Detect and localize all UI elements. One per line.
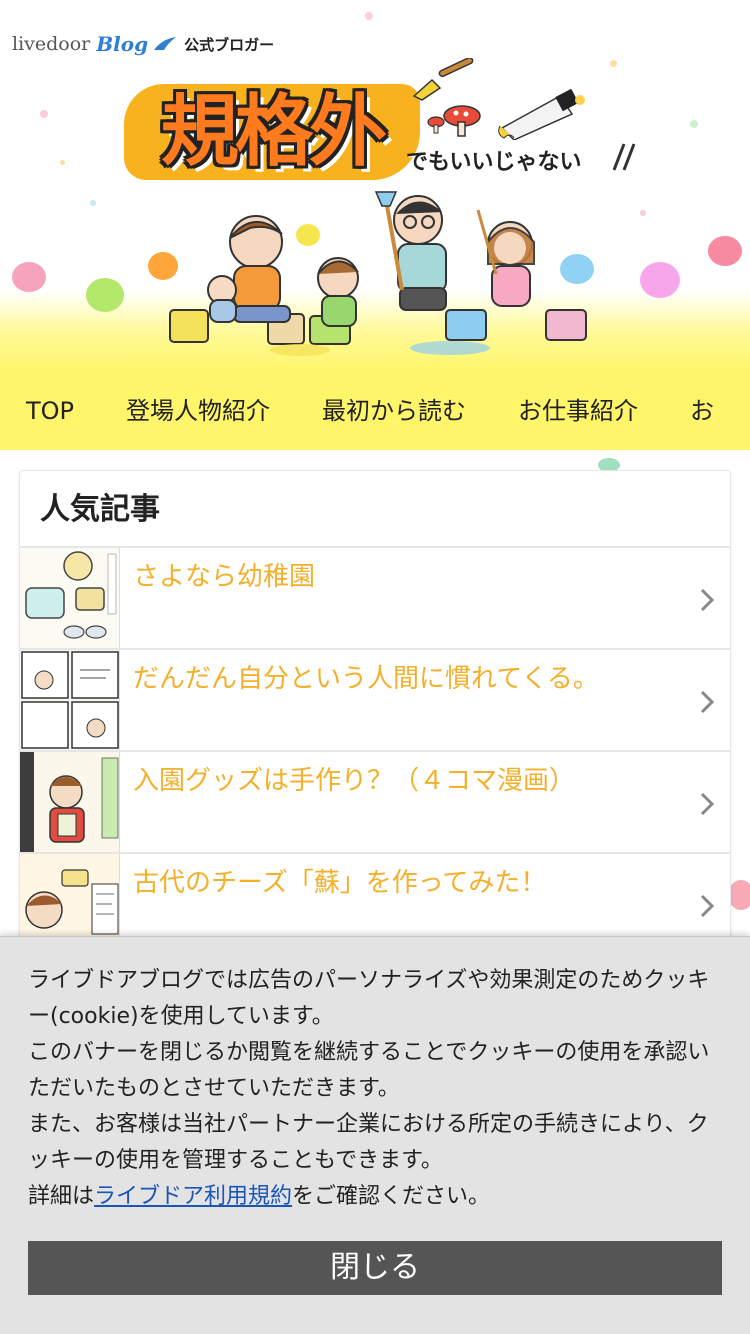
wing-icon: [154, 37, 177, 50]
article-row[interactable]: 入園グッズは手作り？（４コマ漫画）: [20, 752, 730, 854]
blog-header: livedoor Blog 公式ブロガー 規格外 でもいいじゃない: [0, 0, 750, 372]
cookie-notice-line: ライブドアブログでは広告のパーソナライズや効果測定のためクッキー(cookie)…: [28, 968, 710, 1029]
confetti-dot: [90, 200, 96, 206]
mushroom-icon: [427, 105, 481, 137]
paint-splat: [12, 262, 46, 292]
chevron-right-icon: [700, 792, 715, 816]
blog-title: 規格外: [160, 87, 387, 177]
cookie-notice-text: ライブドアブログでは広告のパーソナライズや効果測定のためクッキー(cookie)…: [28, 963, 718, 1215]
confetti-dot: [610, 60, 617, 67]
cookie-notice-line: また、お客様は当社パートナー企業における所定の手続きにより、クッキーの使用を管理…: [28, 1112, 709, 1173]
paint-splat: [86, 278, 124, 312]
nav-item-characters[interactable]: 登場人物紹介: [100, 372, 296, 450]
cookie-detail-suffix: をご確認ください。: [292, 1184, 491, 1209]
article-title: 入園グッズは手作り？（４コマ漫画）: [133, 766, 576, 796]
paint-splat: [640, 262, 680, 298]
article-thumbnail: [20, 752, 120, 852]
nav-item-more[interactable]: お: [664, 372, 740, 450]
paintbrush-icon: [412, 58, 474, 101]
confetti-dot: [40, 110, 48, 118]
livedoor-blog-logo[interactable]: livedoor Blog 公式ブロガー: [12, 30, 274, 58]
popular-articles-widget: 人気記事 さよなら幼稚園 だんだん自分という人間に慣れてくる。 入園グッズは手作…: [19, 470, 731, 990]
chevron-right-icon: [700, 894, 715, 918]
cookie-notice-line: このバナーを閉じるか閲覧を継続することでクッキーの使用を承認いただいたものとさせ…: [28, 1040, 710, 1101]
article-thumbnail: [20, 548, 120, 648]
paint-splat: [708, 236, 742, 266]
cookie-detail-prefix: 詳細は: [28, 1184, 95, 1209]
chevron-right-icon: [700, 588, 715, 612]
livedoor-wordmark: livedoor: [12, 33, 91, 55]
article-title: だんだん自分という人間に慣れてくる。: [133, 664, 599, 694]
confetti-dot: [690, 120, 698, 128]
blog-wordmark: Blog: [96, 32, 149, 56]
popular-articles-heading: 人気記事: [20, 471, 730, 548]
article-title: さよなら幼稚園: [133, 562, 316, 592]
global-nav: TOP 登場人物紹介 最初から読む お仕事紹介 お: [0, 372, 750, 450]
nav-item-top[interactable]: TOP: [0, 372, 100, 450]
nav-item-work[interactable]: お仕事紹介: [492, 372, 664, 450]
paint-tube-icon: [498, 88, 585, 140]
chevron-right-icon: [700, 690, 715, 714]
cookie-detail-line: 詳細はライブドア利用規約をご確認ください。: [28, 1179, 718, 1215]
brushes-icon: [612, 143, 636, 171]
family-illustration: [169, 191, 587, 356]
confetti-dot: [640, 210, 646, 216]
confetti-dot: [365, 12, 373, 20]
blog-subtitle: でもいいじゃない: [406, 150, 582, 175]
nav-item-read-from-start[interactable]: 最初から読む: [296, 372, 492, 450]
official-blogger-label: 公式ブロガー: [184, 35, 275, 54]
terms-of-use-link[interactable]: ライブドア利用規約: [94, 1184, 292, 1209]
article-thumbnail: [20, 650, 120, 750]
blog-title-logo[interactable]: 規格外: [124, 78, 420, 184]
close-banner-button[interactable]: 閉じる: [28, 1241, 722, 1295]
article-row[interactable]: だんだん自分という人間に慣れてくる。: [20, 650, 730, 752]
confetti-dot: [60, 160, 65, 165]
paint-splat: [728, 880, 750, 910]
article-row[interactable]: さよなら幼稚園: [20, 548, 730, 650]
cookie-consent-banner: ライブドアブログでは広告のパーソナライズや効果測定のためクッキー(cookie)…: [0, 936, 750, 1334]
